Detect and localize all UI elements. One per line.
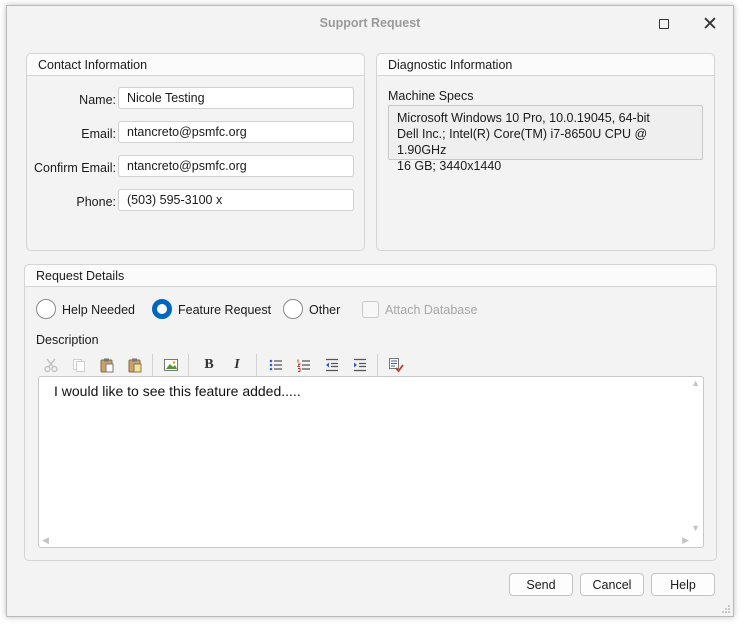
- diagnostic-information-group: Diagnostic Information Machine Specs Mic…: [376, 53, 715, 251]
- contact-information-header: Contact Information: [27, 54, 364, 76]
- outdent-icon[interactable]: [323, 356, 341, 374]
- request-details-title: Request Details: [36, 269, 125, 283]
- machine-specs-box[interactable]: Microsoft Windows 10 Pro, 10.0.19045, 64…: [388, 105, 703, 173]
- request-details-group: Request Details Help Needed Feature Requ…: [24, 264, 717, 561]
- help-needed-radio[interactable]: [36, 299, 56, 319]
- phone-input[interactable]: [118, 189, 354, 211]
- other-radio[interactable]: [283, 299, 303, 319]
- close-icon: ✕: [702, 12, 718, 35]
- contact-information-group: Contact Information Name: Email: Confirm…: [26, 53, 365, 251]
- insert-image-icon[interactable]: [162, 356, 180, 374]
- description-editor[interactable]: I would like to see this feature added..…: [38, 376, 704, 548]
- diagnostic-information-title: Diagnostic Information: [388, 58, 513, 72]
- maximize-button[interactable]: [653, 13, 675, 35]
- italic-button[interactable]: I: [228, 356, 246, 374]
- bold-button[interactable]: B: [200, 356, 218, 374]
- toolbar-separator: [152, 354, 153, 376]
- toolbar-separator: [256, 354, 257, 376]
- phone-label: Phone:: [76, 195, 116, 209]
- scroll-up-arrow-icon[interactable]: ▲: [691, 379, 700, 388]
- confirm-email-label: Confirm Email:: [34, 161, 116, 175]
- cancel-button[interactable]: Cancel: [580, 573, 644, 596]
- send-button[interactable]: Send: [509, 573, 573, 596]
- support-request-window: Support Request ✕ Contact Information Na…: [6, 5, 734, 617]
- window-title: Support Request: [319, 16, 421, 30]
- close-button[interactable]: ✕: [699, 13, 721, 35]
- numbered-list-icon[interactable]: [295, 356, 313, 374]
- description-text: I would like to see this feature added..…: [54, 383, 301, 399]
- toolbar-separator: [377, 354, 378, 376]
- scroll-right-arrow-icon[interactable]: ▶: [682, 536, 689, 545]
- attach-database-label[interactable]: Attach Database: [385, 303, 477, 317]
- help-needed-label[interactable]: Help Needed: [62, 303, 135, 317]
- specs-line: Microsoft Windows 10 Pro, 10.0.19045, 64…: [397, 111, 650, 125]
- request-details-header: Request Details: [25, 265, 716, 287]
- confirm-email-input[interactable]: [118, 155, 354, 177]
- description-label: Description: [36, 333, 99, 347]
- resize-grip-icon[interactable]: [722, 605, 730, 613]
- bold-icon: B: [204, 357, 214, 372]
- email-input[interactable]: [118, 121, 354, 143]
- indent-icon[interactable]: [351, 356, 369, 374]
- diagnostic-information-header: Diagnostic Information: [377, 54, 714, 76]
- name-label: Name:: [79, 93, 116, 107]
- toolbar-separator: [188, 354, 189, 376]
- paste-icon[interactable]: [98, 356, 116, 374]
- specs-line: Dell Inc.; Intel(R) Core(TM) i7-8650U CP…: [397, 127, 648, 157]
- title-bar: Support Request ✕: [7, 6, 733, 40]
- specs-line: 16 GB; 3440x1440: [397, 159, 502, 173]
- name-input[interactable]: [118, 87, 354, 109]
- cut-icon[interactable]: [42, 356, 60, 374]
- copy-icon[interactable]: [70, 356, 88, 374]
- maximize-icon: [659, 19, 669, 29]
- other-label[interactable]: Other: [309, 303, 340, 317]
- scroll-left-arrow-icon[interactable]: ◀: [42, 536, 49, 545]
- bulleted-list-icon[interactable]: [267, 356, 285, 374]
- email-label: Email:: [81, 127, 116, 141]
- feature-request-radio[interactable]: [152, 299, 172, 319]
- help-button[interactable]: Help: [651, 573, 715, 596]
- machine-specs-label: Machine Specs: [388, 89, 474, 103]
- contact-information-title: Contact Information: [38, 58, 148, 72]
- spell-check-icon[interactable]: [387, 356, 405, 374]
- feature-request-label[interactable]: Feature Request: [178, 303, 271, 317]
- scroll-down-arrow-icon[interactable]: ▼: [691, 524, 700, 533]
- attach-database-checkbox[interactable]: [362, 301, 379, 318]
- paste-special-icon[interactable]: [126, 356, 144, 374]
- italic-icon: I: [234, 357, 240, 372]
